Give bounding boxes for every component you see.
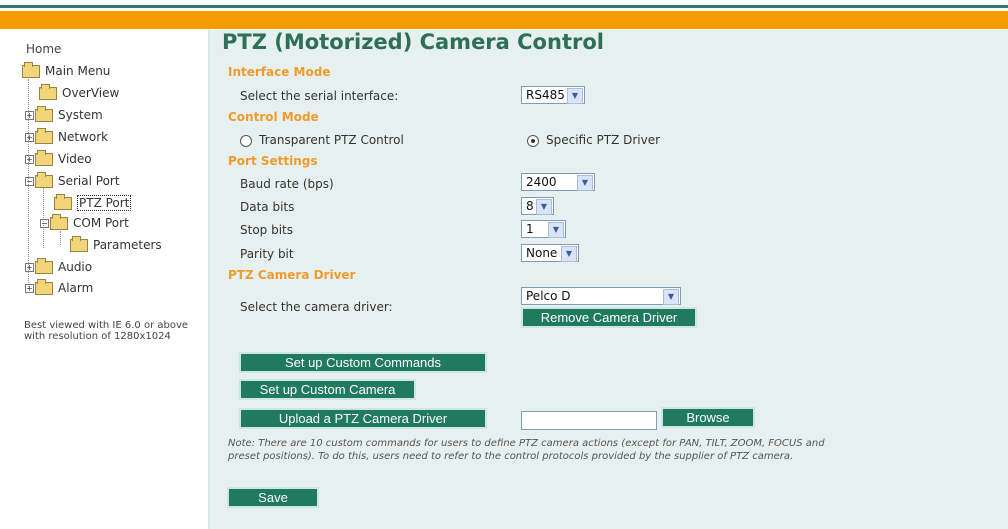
folder-icon [70,235,88,252]
menu-main-label: Main Menu [45,64,111,78]
baud-rate-label: Baud rate (bps) [240,177,334,191]
section-camera-driver: PTZ Camera Driver [228,268,356,282]
menu-network-label: Network [58,130,109,144]
custom-commands-button[interactable]: Set up Custom Commands [239,352,487,373]
folder-open-icon [50,213,68,230]
radio-specific-label: Specific PTZ Driver [546,133,661,147]
section-interface-mode: Interface Mode [228,65,331,79]
menu-serial-port-label: Serial Port [58,174,120,188]
upload-driver-button[interactable]: Upload a PTZ Camera Driver [239,408,487,429]
camera-driver-value: Pelco D [526,289,571,303]
parity-bit-select[interactable]: None ▼ [521,244,579,262]
remove-camera-driver-button[interactable]: Remove Camera Driver [521,307,697,328]
header-bar [0,11,1008,29]
menu-video[interactable]: + Video [25,149,92,166]
upload-file-input[interactable] [521,411,657,430]
sidebar [0,30,210,529]
folder-icon [54,193,72,210]
collapse-icon[interactable]: − [25,176,34,186]
menu-overview[interactable]: OverView [39,83,120,100]
menu-network[interactable]: + Network [25,127,109,144]
data-bits-label: Data bits [240,200,295,214]
section-port-settings: Port Settings [228,154,318,168]
data-bits-select[interactable]: 8 ▼ [521,197,554,215]
chevron-down-icon: ▼ [561,246,577,262]
radio-selected-icon[interactable] [527,134,539,147]
chevron-down-icon: ▼ [536,199,552,215]
home-link[interactable]: Home [26,42,61,56]
folder-icon [35,278,53,295]
parity-bit-label: Parity bit [240,247,294,261]
menu-parameters[interactable]: Parameters [70,235,162,252]
folder-icon [39,83,57,100]
data-bits-value: 8 [526,199,534,213]
menu-audio[interactable]: + Audio [25,257,93,274]
folder-open-icon [22,61,40,78]
tree-line [60,231,61,245]
menu-audio-label: Audio [58,260,93,274]
chevron-down-icon: ▼ [663,289,679,305]
menu-com-port[interactable]: − COM Port [40,213,129,230]
radio-transparent-label: Transparent PTZ Control [259,133,404,147]
serial-interface-select[interactable]: RS485 ▼ [521,86,585,104]
menu-serial-port[interactable]: − Serial Port [25,171,120,188]
menu-alarm-label: Alarm [58,281,94,295]
folder-icon [35,149,53,166]
menu-ptz-port[interactable]: PTZ Port [54,193,132,211]
parity-bit-value: None [526,246,558,260]
collapse-icon[interactable]: − [40,218,49,228]
expand-icon[interactable]: + [25,132,34,142]
expand-icon[interactable]: + [25,154,34,164]
stop-bits-select[interactable]: 1 ▼ [521,220,566,238]
baud-rate-value: 2400 [526,175,557,189]
top-rule [0,5,1008,8]
baud-rate-select[interactable]: 2400 ▼ [521,173,595,191]
radio-transparent-ptz[interactable]: Transparent PTZ Control [240,133,404,147]
menu-system[interactable]: + System [25,105,103,122]
expand-icon[interactable]: + [25,262,34,272]
section-control-mode: Control Mode [228,110,319,124]
browser-note: Best viewed with IE 6.0 or above with re… [24,320,189,342]
custom-camera-button[interactable]: Set up Custom Camera [239,379,416,400]
camera-driver-select[interactable]: Pelco D ▼ [521,287,681,305]
chevron-down-icon: ▼ [577,175,593,191]
expand-icon[interactable]: + [25,283,34,293]
folder-icon [35,127,53,144]
menu-com-port-label: COM Port [73,216,129,230]
radio-specific-ptz[interactable]: Specific PTZ Driver [527,133,660,147]
menu-ptz-port-label: PTZ Port [77,195,132,211]
radio-icon[interactable] [240,134,252,147]
expand-icon[interactable]: + [25,110,34,120]
menu-overview-label: OverView [62,86,120,100]
menu-parameters-label: Parameters [93,238,162,252]
folder-icon [35,257,53,274]
serial-interface-label: Select the serial interface: [240,89,399,103]
page-title: PTZ (Motorized) Camera Control [222,30,604,54]
save-button[interactable]: Save [227,487,319,508]
menu-alarm[interactable]: + Alarm [25,278,94,295]
stop-bits-value: 1 [526,222,534,236]
folder-open-icon [35,171,53,188]
menu-video-label: Video [58,152,92,166]
serial-interface-value: RS485 [526,88,565,102]
chevron-down-icon: ▼ [567,88,583,104]
chevron-down-icon: ▼ [548,222,564,238]
custom-commands-note: Note: There are 10 custom commands for u… [228,438,825,462]
menu-main[interactable]: Main Menu [22,61,111,78]
folder-icon [35,105,53,122]
menu-system-label: System [58,108,103,122]
browse-button[interactable]: Browse [661,407,755,428]
camera-driver-label: Select the camera driver: [240,300,393,314]
stop-bits-label: Stop bits [240,223,294,237]
